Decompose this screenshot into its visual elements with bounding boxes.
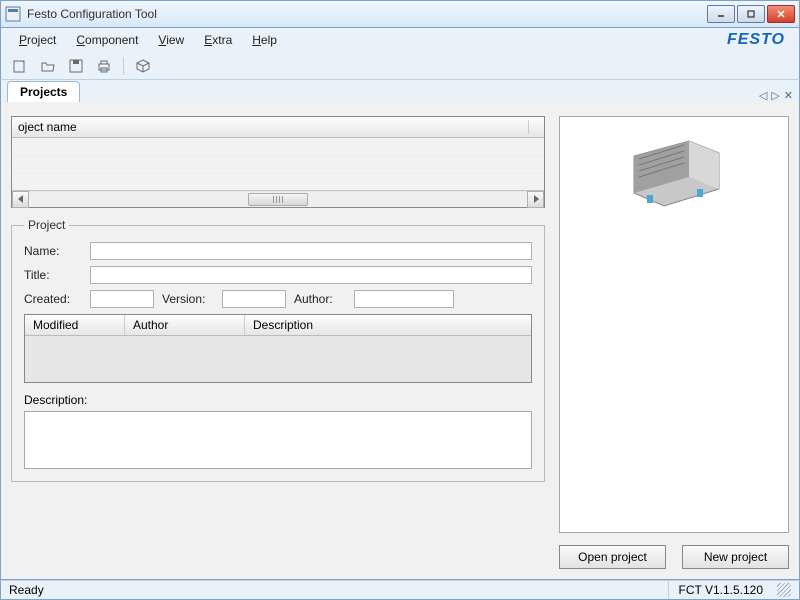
- history-body[interactable]: [25, 336, 531, 382]
- save-icon[interactable]: [67, 57, 85, 75]
- component-icon[interactable]: [134, 57, 152, 75]
- column-resizer[interactable]: [528, 120, 538, 134]
- print-icon[interactable]: [95, 57, 113, 75]
- status-bar: Ready FCT V1.1.5.120: [0, 580, 800, 600]
- title-label: Title:: [24, 268, 82, 282]
- grid-body[interactable]: [12, 138, 544, 190]
- brand-logo: FESTO: [727, 31, 791, 49]
- device-image: [619, 131, 729, 211]
- project-legend: Project: [24, 218, 69, 232]
- scroll-left-icon[interactable]: [12, 191, 29, 208]
- version-field: [222, 290, 286, 308]
- author-label: Author:: [294, 292, 346, 306]
- new-project-icon[interactable]: [11, 57, 29, 75]
- name-label: Name:: [24, 244, 82, 258]
- created-label: Created:: [24, 292, 82, 306]
- grid-header[interactable]: oject name: [12, 117, 544, 138]
- window-title: Festo Configuration Tool: [27, 7, 707, 21]
- author-field: [354, 290, 454, 308]
- project-details-group: Project Name: Title: Created: Version: A…: [11, 218, 545, 482]
- tab-projects[interactable]: Projects: [7, 81, 80, 102]
- description-field[interactable]: [24, 411, 532, 469]
- right-pane: Open project New project: [559, 116, 789, 569]
- menu-extra[interactable]: Extra: [194, 31, 242, 49]
- menu-bar: Project Component View Extra Help FESTO: [0, 28, 800, 52]
- tab-strip: Projects ◁ ▷ ✕: [0, 80, 800, 102]
- col-author[interactable]: Author: [125, 315, 245, 335]
- title-bar: Festo Configuration Tool: [0, 0, 800, 28]
- col-project-name: oject name: [18, 120, 77, 134]
- horizontal-scrollbar[interactable]: [12, 190, 544, 207]
- menu-help[interactable]: Help: [242, 31, 287, 49]
- col-modified[interactable]: Modified: [25, 315, 125, 335]
- tab-scroll-left-icon[interactable]: ◁: [759, 89, 767, 102]
- minimize-button[interactable]: [707, 5, 735, 23]
- menu-component[interactable]: Component: [66, 31, 148, 49]
- app-icon: [5, 6, 21, 22]
- maximize-button[interactable]: [737, 5, 765, 23]
- menu-view[interactable]: View: [148, 31, 194, 49]
- version-label: Version:: [162, 292, 214, 306]
- history-table: Modified Author Description: [24, 314, 532, 383]
- open-project-icon[interactable]: [39, 57, 57, 75]
- name-field[interactable]: [90, 242, 532, 260]
- open-project-button[interactable]: Open project: [559, 545, 666, 569]
- scroll-thumb[interactable]: [248, 193, 308, 206]
- new-project-button[interactable]: New project: [682, 545, 789, 569]
- description-label: Description:: [24, 393, 532, 407]
- status-version: FCT V1.1.5.120: [668, 581, 774, 599]
- toolbar: [0, 52, 800, 80]
- scroll-right-icon[interactable]: [527, 191, 544, 208]
- resize-grip-icon[interactable]: [777, 583, 791, 597]
- project-list-grid[interactable]: oject name: [11, 116, 545, 208]
- status-ready: Ready: [9, 583, 668, 597]
- title-field[interactable]: [90, 266, 532, 284]
- left-pane: oject name Project Name: Title: Created:: [11, 116, 545, 569]
- close-button[interactable]: [767, 5, 795, 23]
- device-preview: [559, 116, 789, 533]
- col-description[interactable]: Description: [245, 315, 531, 335]
- main-content: oject name Project Name: Title: Created:: [0, 102, 800, 580]
- scroll-track[interactable]: [29, 192, 527, 207]
- tab-close-icon[interactable]: ✕: [784, 89, 793, 102]
- menu-project[interactable]: Project: [9, 31, 66, 49]
- created-field: [90, 290, 154, 308]
- tab-scroll-right-icon[interactable]: ▷: [771, 89, 779, 102]
